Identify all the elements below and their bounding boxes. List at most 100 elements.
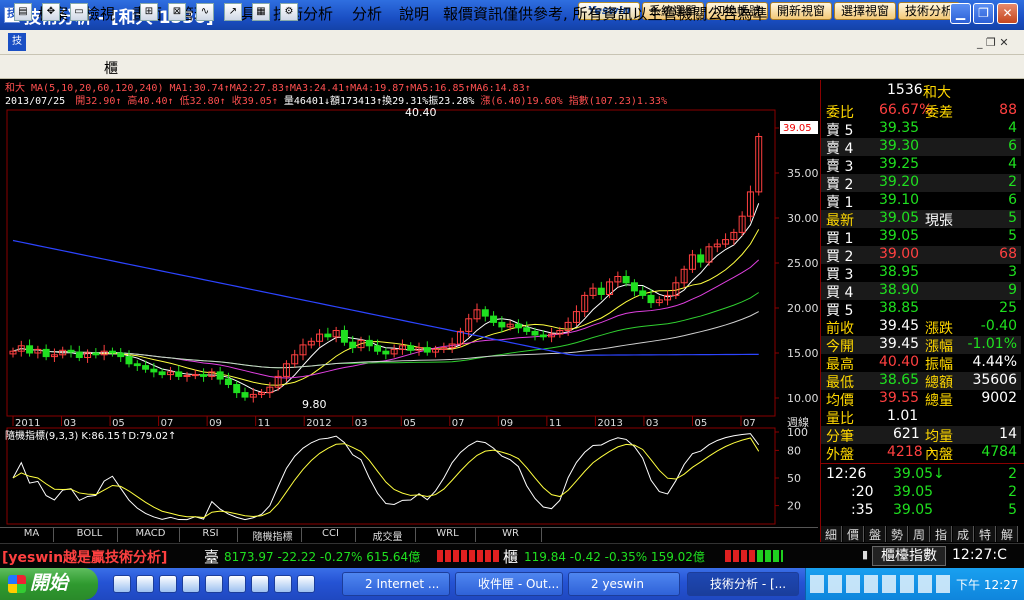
stat-value: 40.40	[879, 354, 920, 370]
minimize-icon[interactable]: ▁	[950, 3, 971, 24]
tab-boll[interactable]: BOLL	[62, 528, 118, 542]
y-tick-label: 25.00	[787, 257, 818, 270]
volratio-label: 量比	[826, 411, 854, 427]
quote-tab[interactable]: 價	[843, 526, 864, 542]
move-icon[interactable]: ✥	[42, 3, 60, 21]
quote-tab[interactable]: 指	[931, 526, 952, 542]
tab-volume[interactable]: 成交量	[360, 528, 416, 543]
tab-cci[interactable]: CCI	[306, 528, 356, 542]
quote-tab[interactable]: 勢	[887, 526, 908, 542]
tab-rsi[interactable]: RSI	[184, 528, 238, 542]
info-low: 低32.80↑	[180, 94, 226, 107]
app-icon-2[interactable]	[205, 575, 223, 593]
app-icon-1[interactable]	[182, 575, 200, 593]
mdi-icon[interactable]: 技	[8, 33, 26, 51]
close-icon[interactable]: ✕	[997, 3, 1018, 24]
candle-body	[374, 345, 382, 352]
tick-arrow: ↓	[933, 466, 945, 482]
task-yeswin[interactable]: 2 yeswin	[568, 572, 680, 596]
quote-tab[interactable]: 細	[821, 526, 842, 542]
stat-value: 39.45	[879, 318, 920, 334]
quote-tab[interactable]: 成	[953, 526, 974, 542]
quote-tab[interactable]: 周	[909, 526, 930, 542]
tab-ma[interactable]: MA	[10, 528, 54, 542]
task-tech-analysis[interactable]: 技術分析 - [...	[687, 572, 799, 596]
row-label: 賣 1	[826, 195, 854, 211]
line-chart-icon[interactable]: ∿	[196, 3, 214, 21]
diff-value: 88	[999, 102, 1017, 118]
kd-tick-label: 50	[787, 472, 801, 485]
candle-body	[531, 330, 539, 336]
ratio-label: 委比	[826, 105, 854, 121]
avgvol-value: 14	[999, 426, 1017, 442]
tick-qty: 2	[1008, 466, 1017, 482]
task-outlook[interactable]: 收件匣 - Out...	[455, 572, 563, 596]
trend-chart-icon[interactable]: ↗	[224, 3, 242, 21]
stat-label: 今開	[826, 339, 854, 355]
otc-index-button[interactable]: 櫃檯指數	[872, 546, 946, 566]
row-price: 38.85	[879, 300, 920, 316]
select-window-button[interactable]: 選擇視窗	[834, 2, 896, 20]
new-window-button[interactable]: 開新視窗	[770, 2, 832, 20]
info-change: 漲(6.40)19.60%	[480, 95, 562, 107]
lots-value: 621	[893, 426, 920, 442]
counter-menu[interactable]: 櫃	[104, 58, 118, 78]
price-chart[interactable]: 和大 MA(5,10,20,60,120,240) MA1:30.74↑MA2:…	[3, 80, 818, 542]
outlook-icon[interactable]	[159, 575, 177, 593]
tab-wr[interactable]: WR	[480, 528, 542, 542]
otc-label: 櫃	[503, 548, 519, 566]
row-qty: 5	[1008, 228, 1017, 244]
tab-macd[interactable]: MACD	[122, 528, 180, 542]
task-internet[interactable]: 2 Internet ...	[342, 572, 450, 596]
restore-icon[interactable]: ❐	[973, 3, 994, 24]
row-label: 買 4	[826, 285, 854, 301]
candle-body	[133, 363, 141, 367]
tab-wrl[interactable]: WRL	[420, 528, 476, 542]
y-tick-label: 15.00	[787, 347, 818, 360]
settings-icon[interactable]: ⚙	[280, 3, 298, 21]
row-price: 39.20	[879, 174, 920, 190]
mdi-window-controls[interactable]: _ ❐ ✕	[977, 36, 1009, 49]
panel-icon[interactable]: ▭	[70, 3, 88, 21]
app-icon-3[interactable]	[228, 575, 246, 593]
quote-row: 買 4 38.90 9	[821, 282, 1021, 301]
quote-tab[interactable]: 特	[975, 526, 996, 542]
quote-row: 買 5 38.85 25	[821, 300, 1021, 319]
menu-view[interactable]: 檢視	[85, 3, 115, 24]
app-icon-6[interactable]	[297, 575, 315, 593]
app-icon-4[interactable]	[251, 575, 269, 593]
tray-icons[interactable]	[810, 575, 950, 593]
add-indicator-icon[interactable]: ⊞	[140, 3, 158, 21]
speaker-icon[interactable]: ▮	[862, 548, 868, 561]
candle-body	[200, 374, 208, 377]
ie-icon[interactable]	[113, 575, 131, 593]
quote-tab[interactable]: 解	[997, 526, 1018, 542]
tab-kd[interactable]: 隨機指標	[244, 528, 302, 543]
last-vol-label: 現張	[925, 213, 953, 229]
tick-time: :20	[851, 484, 874, 500]
quote-row: 賣 2 39.20 2	[821, 174, 1021, 193]
row-label: 買 2	[826, 249, 854, 265]
candle-body	[622, 276, 630, 284]
chart-layout-icon[interactable]: ▤	[14, 3, 32, 21]
row-label: 賣 4	[826, 141, 854, 157]
start-label: 開始	[30, 572, 69, 594]
x-tick-label: 11	[258, 418, 271, 429]
remove-indicator-icon[interactable]: ⊠	[168, 3, 186, 21]
row-price: 39.05	[879, 228, 920, 244]
row-price: 39.25	[879, 156, 920, 172]
chart-area[interactable]: 和大 MA(5,10,20,60,120,240) MA1:30.74↑MA2:…	[3, 80, 818, 542]
d-line	[12, 437, 760, 519]
row-label: 賣 2	[826, 177, 854, 193]
quote-row: 賣 3 39.25 4	[821, 156, 1021, 175]
quote-tab[interactable]: 盤	[865, 526, 886, 542]
explorer-icon[interactable]	[136, 575, 154, 593]
row-price: 39.35	[879, 120, 920, 136]
stat-value2: 4.44%	[972, 354, 1017, 370]
menu-help[interactable]: 說明	[399, 3, 429, 24]
menu-analysis[interactable]: 分析	[352, 3, 382, 24]
grid-icon[interactable]: ▦	[252, 3, 270, 21]
twse-quote: 8173.97 -22.22 -0.27% 615.64億	[224, 550, 421, 564]
app-icon-5[interactable]	[274, 575, 292, 593]
row-price: 38.95	[879, 264, 920, 280]
